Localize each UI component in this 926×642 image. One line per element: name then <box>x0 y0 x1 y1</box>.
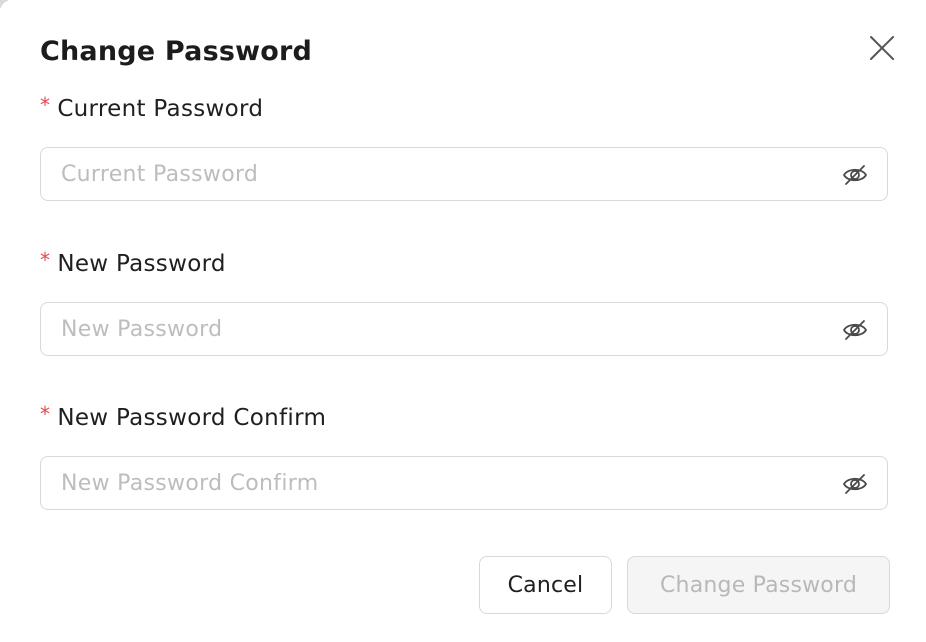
required-asterisk: * <box>40 93 51 117</box>
required-asterisk: * <box>40 248 51 272</box>
new-password-label: * New Password <box>40 248 226 277</box>
required-asterisk: * <box>40 402 51 426</box>
confirm-password-visibility-toggle[interactable] <box>841 470 869 498</box>
current-password-label: * Current Password <box>40 93 264 122</box>
new-password-input[interactable] <box>41 303 821 355</box>
current-password-visibility-toggle[interactable] <box>841 161 869 189</box>
cancel-button[interactable]: Cancel <box>479 556 612 614</box>
change-password-button[interactable]: Change Password <box>627 556 890 614</box>
dialog-title: Change Password <box>40 36 313 67</box>
new-password-field <box>40 302 888 356</box>
eye-off-icon <box>843 474 867 494</box>
new-password-visibility-toggle[interactable] <box>841 316 869 344</box>
current-password-field <box>40 147 888 201</box>
eye-off-icon <box>843 320 867 340</box>
change-password-dialog: Change Password * Current Password * New P… <box>0 0 926 642</box>
confirm-password-label: * New Password Confirm <box>40 402 327 431</box>
new-password-label-text: New Password <box>57 251 226 277</box>
current-password-label-text: Current Password <box>57 96 264 122</box>
eye-off-icon <box>843 165 867 185</box>
current-password-input[interactable] <box>41 148 821 200</box>
confirm-password-input[interactable] <box>41 457 821 509</box>
close-button[interactable] <box>866 32 898 64</box>
close-icon <box>870 36 894 60</box>
confirm-password-field <box>40 456 888 510</box>
confirm-password-label-text: New Password Confirm <box>57 405 327 431</box>
